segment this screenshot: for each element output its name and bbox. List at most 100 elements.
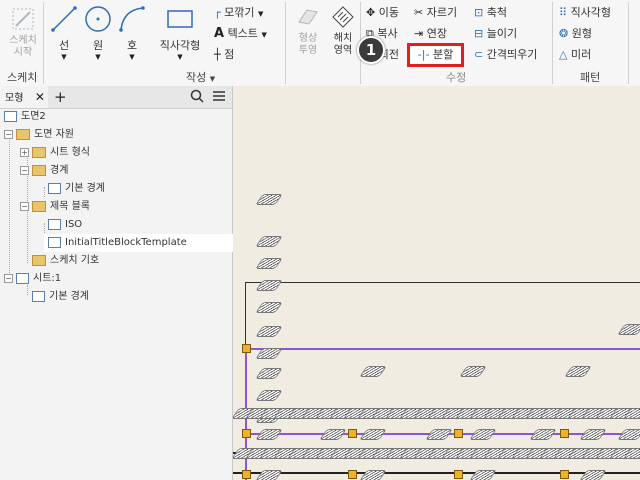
grip-point[interactable] xyxy=(560,470,569,479)
rectangular-pattern-button[interactable]: ⠿ 직사각형 xyxy=(559,5,611,21)
point-label: 점 xyxy=(224,48,235,61)
circular-pattern-button[interactable]: ❂ 원형 xyxy=(559,26,592,42)
tree-item-label: 기본 경계 xyxy=(49,291,89,302)
grip-point[interactable] xyxy=(560,429,569,438)
point-button[interactable]: ┼ 점 xyxy=(214,47,234,63)
collapse-icon[interactable]: − xyxy=(4,273,13,283)
title-block-icon xyxy=(48,236,61,248)
collapse-icon[interactable]: − xyxy=(20,201,29,211)
tree-item-sheet-1[interactable]: − 시트:1 xyxy=(4,270,61,288)
tab-model[interactable]: 모형 ✕ xyxy=(0,86,48,108)
text-dropdown-icon[interactable]: ▼ xyxy=(261,31,266,39)
arc-label: 호 xyxy=(126,39,138,52)
grip-point[interactable] xyxy=(242,344,251,353)
tree-line xyxy=(44,187,45,197)
line-label: 선 xyxy=(58,39,70,52)
trim-icon: ✂ xyxy=(414,6,424,19)
pattern-panel-label: 패턴 xyxy=(580,71,601,84)
sketch-start-button[interactable]: 스케치 시작 xyxy=(4,4,42,64)
hatch-region-label-1: 해치 xyxy=(333,33,353,44)
line-dropdown-icon[interactable]: ▼ xyxy=(48,53,80,61)
tree-item-drawing[interactable]: 도면2 xyxy=(4,108,46,126)
circular-pattern-label: 원형 xyxy=(571,27,592,40)
point-icon: ┼ xyxy=(214,48,221,61)
line-button[interactable]: 선 ▼ xyxy=(48,4,80,62)
hatch-glyph xyxy=(255,326,283,337)
project-geometry-button[interactable]: 형상 투영 xyxy=(292,4,324,64)
hatch-region-button[interactable]: 해치 영역 xyxy=(328,4,358,64)
separator xyxy=(285,2,286,84)
split-button[interactable]: -|- 분할 xyxy=(407,43,464,67)
move-button[interactable]: ✥ 이동 xyxy=(366,5,399,21)
search-icon[interactable] xyxy=(190,89,204,106)
hatch-glyph xyxy=(617,324,640,335)
grip-point[interactable] xyxy=(348,429,357,438)
grip-point[interactable] xyxy=(242,429,251,438)
tree-item-default-border[interactable]: 기본 경계 xyxy=(48,180,105,198)
border-icon xyxy=(48,182,61,194)
hatch-glyph xyxy=(255,194,283,205)
tree-item-sketched-symbols[interactable]: 스케치 기호 xyxy=(32,252,99,270)
collapse-icon[interactable]: − xyxy=(20,165,29,175)
tab-model-label: 모형 xyxy=(5,93,24,104)
tree-line xyxy=(9,133,10,281)
create-panel-label[interactable]: 작성 ▼ xyxy=(186,69,215,85)
tree-item-sheet-default-border[interactable]: 기본 경계 xyxy=(32,288,89,306)
stretch-button[interactable]: ⊟ 늘이기 xyxy=(474,26,517,42)
circle-button[interactable]: 원 ▼ xyxy=(82,4,114,62)
scale-button[interactable]: ⊡ 축척 xyxy=(474,5,507,21)
extend-button[interactable]: ⇥ 연장 xyxy=(414,26,447,42)
rectangle-dropdown-icon[interactable]: ▼ xyxy=(154,53,206,61)
tree-item-initial-title-block-template[interactable]: InitialTitleBlockTemplate xyxy=(44,234,234,252)
grip-point[interactable] xyxy=(242,470,251,479)
rectangle-button[interactable]: 직사각형 ▼ xyxy=(154,4,206,62)
arc-dropdown-icon[interactable]: ▼ xyxy=(116,53,148,61)
fillet-icon: ┌ xyxy=(214,6,221,19)
stretch-label: 늘이기 xyxy=(486,27,518,40)
split-icon: -|- xyxy=(417,48,430,61)
extend-icon: ⇥ xyxy=(414,27,424,40)
project-geometry-label-2: 투영 xyxy=(298,45,318,56)
tree-item-label: 시트:1 xyxy=(33,273,62,284)
folder-icon xyxy=(16,128,30,140)
tree-item-iso[interactable]: ISO xyxy=(48,216,82,234)
drawing-canvas[interactable] xyxy=(233,86,640,480)
separator xyxy=(628,2,629,84)
close-icon[interactable]: ✕ xyxy=(35,90,45,104)
fillet-dropdown-icon[interactable]: ▼ xyxy=(258,10,263,18)
fillet-button[interactable]: ┌ 모깎기 ▼ xyxy=(214,5,263,21)
tree-item-borders[interactable]: − 경계 xyxy=(20,162,68,180)
expand-icon[interactable]: + xyxy=(20,147,29,157)
move-label: 이동 xyxy=(378,6,399,19)
arc-button[interactable]: 호 ▼ xyxy=(116,4,148,62)
tree-item-sheet-formats[interactable]: + 시트 형식 xyxy=(20,144,90,162)
circle-icon xyxy=(85,6,111,32)
tree-item-drawing-resources[interactable]: − 도면 자원 xyxy=(4,126,74,144)
create-panel-expand-icon[interactable]: ▼ xyxy=(210,75,215,83)
trim-button[interactable]: ✂ 자르기 xyxy=(414,5,457,21)
circle-dropdown-icon[interactable]: ▼ xyxy=(82,53,114,61)
hatch-glyph xyxy=(255,390,283,401)
offset-label: 간격띄우기 xyxy=(486,48,538,61)
menu-icon[interactable] xyxy=(212,89,226,106)
grip-point[interactable] xyxy=(454,470,463,479)
tree-item-label: 도면 자원 xyxy=(34,129,74,140)
ribbon: 스케치 시작 스케치 선 ▼ 원 ▼ 호 ▼ 직사각형 ▼ ┌ 모깎기 ▼ A … xyxy=(0,0,640,87)
browser-tab-bar: 모형 ✕ + xyxy=(0,86,232,109)
text-label: 텍스트 xyxy=(227,27,258,40)
hatch-glyph xyxy=(529,429,557,440)
collapse-icon[interactable]: − xyxy=(4,129,13,139)
text-button[interactable]: A 텍스트 ▼ xyxy=(214,26,267,42)
grip-point[interactable] xyxy=(348,470,357,479)
border-line xyxy=(233,472,640,474)
modify-panel-label: 수정 xyxy=(446,71,467,84)
tree-item-title-blocks[interactable]: − 제목 블록 xyxy=(20,198,90,216)
add-tab-icon[interactable]: + xyxy=(54,88,67,106)
offset-button[interactable]: ⊂ 간격띄우기 xyxy=(474,47,537,63)
mirror-button[interactable]: △ 미러 xyxy=(559,47,591,63)
grip-point[interactable] xyxy=(454,429,463,438)
folder-icon xyxy=(32,254,46,266)
hatch-glyph xyxy=(255,429,283,440)
circle-label: 원 xyxy=(92,39,104,52)
arc-icon xyxy=(119,6,145,32)
